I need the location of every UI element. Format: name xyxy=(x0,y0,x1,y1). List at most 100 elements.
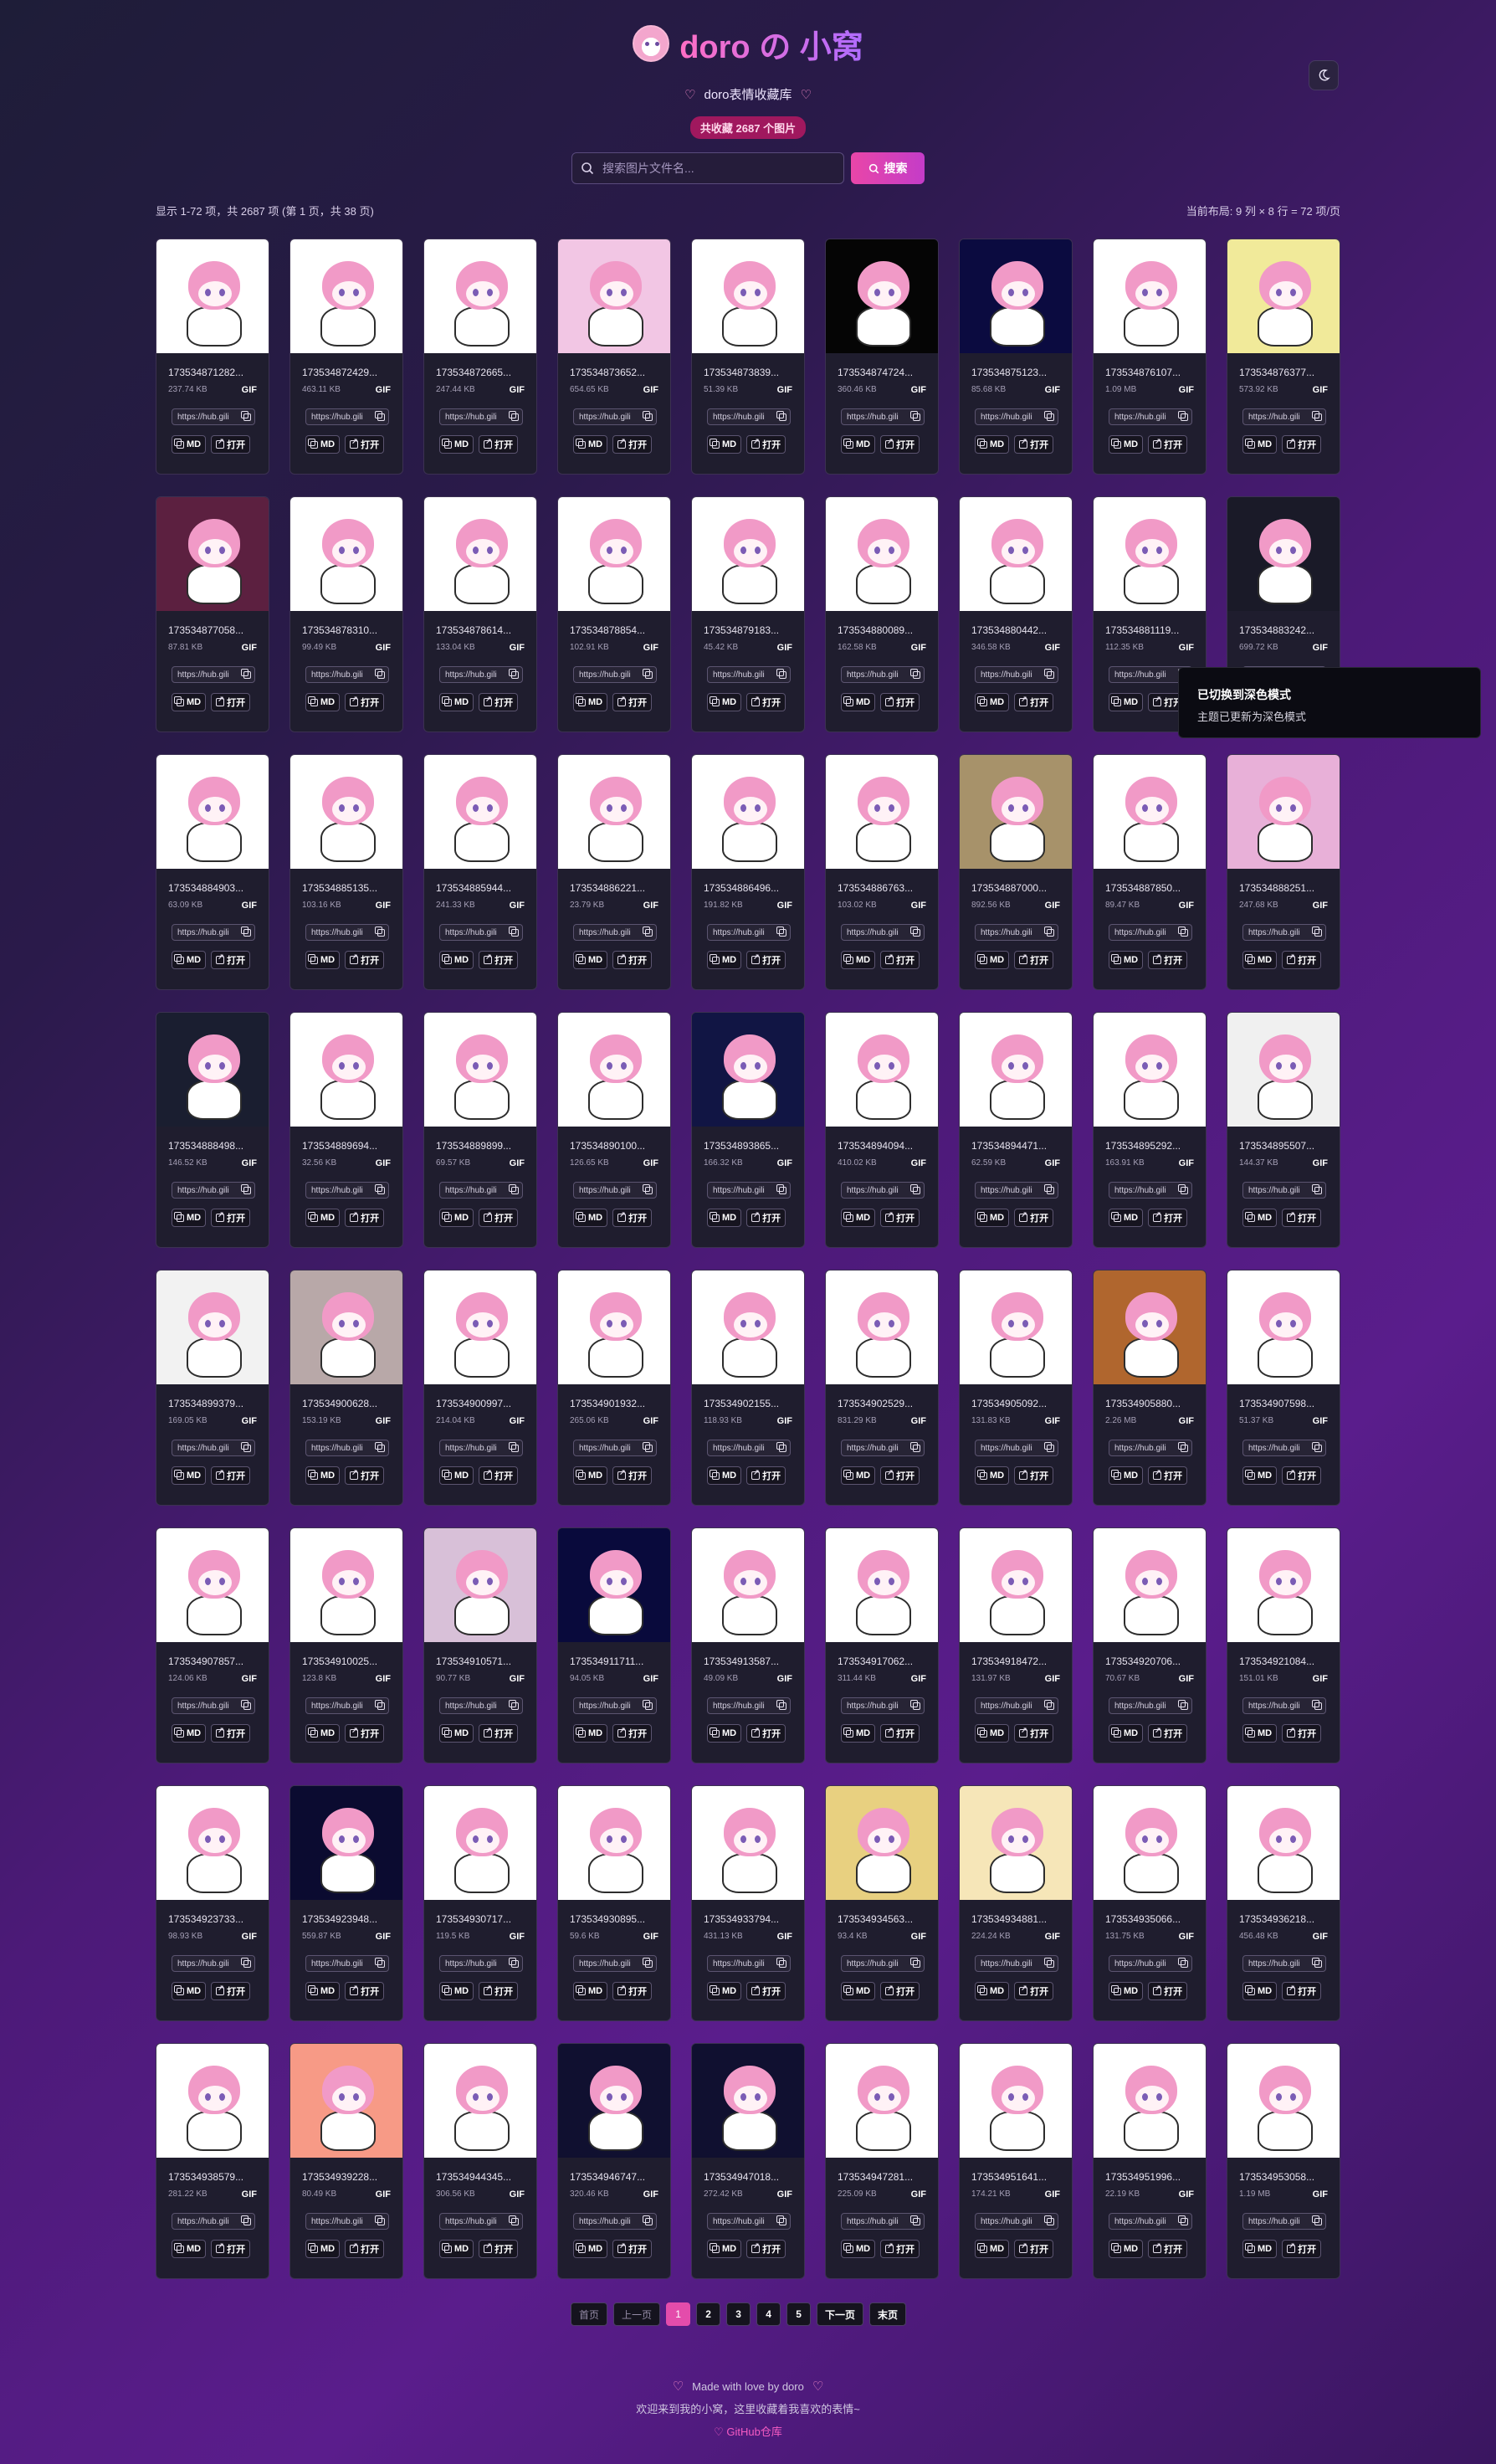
image-card[interactable]: 173534886763... 103.02 KB GIF https://hu… xyxy=(825,754,939,990)
copy-icon[interactable] xyxy=(241,668,251,679)
image-card[interactable]: 173534911711... 94.05 KB GIF https://hub… xyxy=(557,1527,671,1763)
open-image-button[interactable]: 打开 xyxy=(211,1724,251,1743)
open-image-button[interactable]: 打开 xyxy=(612,693,653,711)
image-thumbnail[interactable] xyxy=(1094,1786,1206,1900)
image-thumbnail[interactable] xyxy=(290,239,402,353)
image-card[interactable]: 173534878854... 102.91 KB GIF https://hu… xyxy=(557,496,671,732)
copy-icon[interactable] xyxy=(643,926,653,937)
first-page-button[interactable]: 首页 xyxy=(571,2302,608,2326)
image-url-field[interactable]: https://hub.gili xyxy=(841,408,925,425)
image-thumbnail[interactable] xyxy=(290,1270,402,1384)
image-url-field[interactable]: https://hub.gili xyxy=(1242,408,1326,425)
page-button-4[interactable]: 4 xyxy=(756,2302,781,2326)
image-thumbnail[interactable] xyxy=(424,497,536,611)
image-card[interactable]: 173534923733... 98.93 KB GIF https://hub… xyxy=(156,1785,269,2021)
image-url-field[interactable]: https://hub.gili xyxy=(1109,408,1192,425)
image-card[interactable]: 173534888498... 146.52 KB GIF https://hu… xyxy=(156,1012,269,1248)
image-thumbnail[interactable] xyxy=(1094,497,1206,611)
copy-icon[interactable] xyxy=(241,2215,251,2225)
copy-markdown-button[interactable]: MD xyxy=(172,435,207,454)
image-card[interactable]: 173534921084... 151.01 KB GIF https://hu… xyxy=(1227,1527,1340,1763)
copy-markdown-button[interactable]: MD xyxy=(841,951,876,969)
image-card[interactable]: 173534900628... 153.19 KB GIF https://hu… xyxy=(289,1270,403,1506)
open-image-button[interactable]: 打开 xyxy=(211,1466,251,1485)
image-card[interactable]: 173534907598... 51.37 KB GIF https://hub… xyxy=(1227,1270,1340,1506)
image-thumbnail[interactable] xyxy=(826,2044,938,2158)
copy-icon[interactable] xyxy=(375,410,385,421)
image-thumbnail[interactable] xyxy=(960,239,1072,353)
copy-markdown-button[interactable]: MD xyxy=(1109,2240,1144,2258)
open-image-button[interactable]: 打开 xyxy=(612,1724,653,1743)
image-card[interactable]: 173534877058... 87.81 KB GIF https://hub… xyxy=(156,496,269,732)
copy-markdown-button[interactable]: MD xyxy=(707,1982,742,2000)
copy-markdown-button[interactable]: MD xyxy=(975,2240,1010,2258)
image-card[interactable]: 173534871282... 237.74 KB GIF https://hu… xyxy=(156,239,269,475)
image-thumbnail[interactable] xyxy=(290,2044,402,2158)
copy-icon[interactable] xyxy=(776,1183,786,1194)
open-image-button[interactable]: 打开 xyxy=(1148,2240,1188,2258)
copy-markdown-button[interactable]: MD xyxy=(439,2240,474,2258)
copy-icon[interactable] xyxy=(776,926,786,937)
image-thumbnail[interactable] xyxy=(558,1013,670,1127)
copy-markdown-button[interactable]: MD xyxy=(439,1209,474,1227)
copy-icon[interactable] xyxy=(910,1699,920,1710)
copy-icon[interactable] xyxy=(375,668,385,679)
image-card[interactable]: 173534885135... 103.16 KB GIF https://hu… xyxy=(289,754,403,990)
copy-markdown-button[interactable]: MD xyxy=(439,1466,474,1485)
image-url-field[interactable]: https://hub.gili xyxy=(573,1182,657,1199)
copy-icon[interactable] xyxy=(1044,1957,1054,1968)
copy-markdown-button[interactable]: MD xyxy=(305,693,341,711)
image-thumbnail[interactable] xyxy=(1227,1528,1340,1642)
open-image-button[interactable]: 打开 xyxy=(1014,1724,1054,1743)
image-thumbnail[interactable] xyxy=(1094,1528,1206,1642)
copy-markdown-button[interactable]: MD xyxy=(975,1982,1010,2000)
image-url-field[interactable]: https://hub.gili xyxy=(172,408,255,425)
search-field[interactable] xyxy=(571,152,844,184)
copy-icon[interactable] xyxy=(509,1957,519,1968)
image-card[interactable]: 173534899379... 169.05 KB GIF https://hu… xyxy=(156,1270,269,1506)
open-image-button[interactable]: 打开 xyxy=(1148,1724,1188,1743)
copy-markdown-button[interactable]: MD xyxy=(573,1209,608,1227)
copy-markdown-button[interactable]: MD xyxy=(1242,951,1278,969)
open-image-button[interactable]: 打开 xyxy=(479,1209,519,1227)
image-card[interactable]: 173534913587... 49.09 KB GIF https://hub… xyxy=(691,1527,805,1763)
image-url-field[interactable]: https://hub.gili xyxy=(707,2213,791,2230)
image-card[interactable]: 173534887850... 89.47 KB GIF https://hub… xyxy=(1093,754,1207,990)
copy-markdown-button[interactable]: MD xyxy=(1242,1982,1278,2000)
copy-markdown-button[interactable]: MD xyxy=(975,951,1010,969)
copy-icon[interactable] xyxy=(1312,926,1322,937)
image-card[interactable]: 173534933794... 431.13 KB GIF https://hu… xyxy=(691,1785,805,2021)
copy-markdown-button[interactable]: MD xyxy=(1242,2240,1278,2258)
image-thumbnail[interactable] xyxy=(960,1270,1072,1384)
image-url-field[interactable]: https://hub.gili xyxy=(305,408,389,425)
image-card[interactable]: 173534875123... 85.68 KB GIF https://hub… xyxy=(959,239,1073,475)
search-input[interactable] xyxy=(602,162,820,175)
copy-icon[interactable] xyxy=(1044,926,1054,937)
copy-markdown-button[interactable]: MD xyxy=(439,693,474,711)
copy-icon[interactable] xyxy=(241,1183,251,1194)
image-card[interactable]: 173534884903... 63.09 KB GIF https://hub… xyxy=(156,754,269,990)
image-card[interactable]: 173534900997... 214.04 KB GIF https://hu… xyxy=(423,1270,537,1506)
copy-markdown-button[interactable]: MD xyxy=(305,435,341,454)
image-thumbnail[interactable] xyxy=(156,1528,269,1642)
image-url-field[interactable]: https://hub.gili xyxy=(172,2213,255,2230)
image-card[interactable]: 173534894094... 410.02 KB GIF https://hu… xyxy=(825,1012,939,1248)
image-card[interactable]: 173534951641... 174.21 KB GIF https://hu… xyxy=(959,2043,1073,2279)
open-image-button[interactable]: 打开 xyxy=(612,2240,653,2258)
copy-markdown-button[interactable]: MD xyxy=(305,2240,341,2258)
open-image-button[interactable]: 打开 xyxy=(345,951,385,969)
copy-markdown-button[interactable]: MD xyxy=(1109,1982,1144,2000)
copy-icon[interactable] xyxy=(910,926,920,937)
image-thumbnail[interactable] xyxy=(424,1528,536,1642)
image-card[interactable]: 173534879183... 45.42 KB GIF https://hub… xyxy=(691,496,805,732)
copy-icon[interactable] xyxy=(910,410,920,421)
copy-icon[interactable] xyxy=(241,1699,251,1710)
copy-markdown-button[interactable]: MD xyxy=(1109,951,1144,969)
copy-markdown-button[interactable]: MD xyxy=(439,1982,474,2000)
copy-markdown-button[interactable]: MD xyxy=(305,1724,341,1743)
image-thumbnail[interactable] xyxy=(826,1786,938,1900)
copy-icon[interactable] xyxy=(1178,926,1188,937)
copy-icon[interactable] xyxy=(1044,1183,1054,1194)
image-url-field[interactable]: https://hub.gili xyxy=(707,1182,791,1199)
open-image-button[interactable]: 打开 xyxy=(211,693,251,711)
